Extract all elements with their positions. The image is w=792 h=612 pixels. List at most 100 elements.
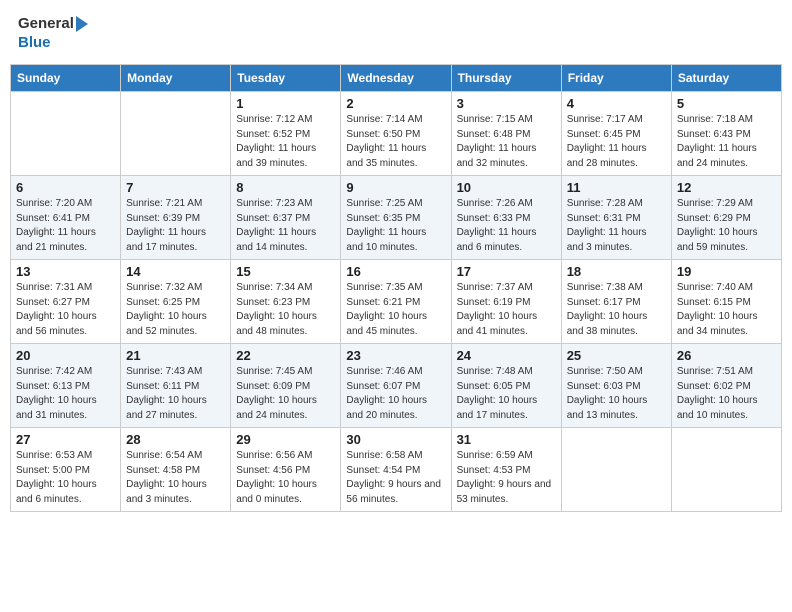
day-number: 12 (677, 180, 776, 195)
weekday-header-monday: Monday (121, 65, 231, 92)
day-number: 30 (346, 432, 445, 447)
calendar-cell: 6 Sunrise: 7:20 AM Sunset: 6:41 PM Daylig… (11, 176, 121, 260)
calendar-cell: 15 Sunrise: 7:34 AM Sunset: 6:23 PM Dayli… (231, 260, 341, 344)
day-info: Sunrise: 6:56 AM Sunset: 4:56 PM Dayligh… (236, 449, 335, 507)
logo-blue: Blue (18, 34, 88, 52)
day-info: Sunrise: 7:48 AM Sunset: 6:05 PM Dayligh… (457, 365, 556, 423)
day-info: Sunrise: 7:21 AM Sunset: 6:39 PM Dayligh… (126, 197, 225, 255)
day-info: Sunrise: 7:35 AM Sunset: 6:21 PM Dayligh… (346, 281, 445, 339)
page-header: General Blue (10, 10, 782, 56)
day-info: Sunrise: 7:25 AM Sunset: 6:35 PM Dayligh… (346, 197, 445, 255)
day-number: 18 (567, 264, 666, 279)
calendar-cell: 5 Sunrise: 7:18 AM Sunset: 6:43 PM Daylig… (671, 92, 781, 176)
weekday-header-wednesday: Wednesday (341, 65, 451, 92)
day-number: 9 (346, 180, 445, 195)
logo: General Blue (18, 14, 88, 52)
calendar-cell: 7 Sunrise: 7:21 AM Sunset: 6:39 PM Daylig… (121, 176, 231, 260)
week-row-3: 13 Sunrise: 7:31 AM Sunset: 6:27 PM Dayli… (11, 260, 782, 344)
day-info: Sunrise: 7:32 AM Sunset: 6:25 PM Dayligh… (126, 281, 225, 339)
day-info: Sunrise: 7:18 AM Sunset: 6:43 PM Dayligh… (677, 113, 776, 171)
day-info: Sunrise: 7:17 AM Sunset: 6:45 PM Dayligh… (567, 113, 666, 171)
calendar-cell: 9 Sunrise: 7:25 AM Sunset: 6:35 PM Daylig… (341, 176, 451, 260)
weekday-header-tuesday: Tuesday (231, 65, 341, 92)
day-number: 17 (457, 264, 556, 279)
day-number: 16 (346, 264, 445, 279)
day-number: 24 (457, 348, 556, 363)
week-row-2: 6 Sunrise: 7:20 AM Sunset: 6:41 PM Daylig… (11, 176, 782, 260)
calendar-cell: 30 Sunrise: 6:58 AM Sunset: 4:54 PM Dayli… (341, 428, 451, 512)
calendar-cell: 18 Sunrise: 7:38 AM Sunset: 6:17 PM Dayli… (561, 260, 671, 344)
calendar-cell: 25Sunrise: 7:50 AM Sunset: 6:03 PM Dayli… (561, 344, 671, 428)
day-info: Sunrise: 7:50 AM Sunset: 6:03 PM Dayligh… (567, 365, 666, 423)
calendar-cell: 4 Sunrise: 7:17 AM Sunset: 6:45 PM Daylig… (561, 92, 671, 176)
day-number: 1 (236, 96, 335, 111)
calendar-cell (561, 428, 671, 512)
weekday-header-thursday: Thursday (451, 65, 561, 92)
calendar-cell: 23 Sunrise: 7:46 AM Sunset: 6:07 PM Dayli… (341, 344, 451, 428)
day-number: 6 (16, 180, 115, 195)
week-row-4: 20Sunrise: 7:42 AM Sunset: 6:13 PM Dayli… (11, 344, 782, 428)
day-number: 7 (126, 180, 225, 195)
day-info: Sunrise: 6:58 AM Sunset: 4:54 PM Dayligh… (346, 449, 445, 507)
day-info: Sunrise: 7:46 AM Sunset: 6:07 PM Dayligh… (346, 365, 445, 423)
calendar-cell: 29 Sunrise: 6:56 AM Sunset: 4:56 PM Dayli… (231, 428, 341, 512)
day-number: 8 (236, 180, 335, 195)
day-info: Sunrise: 7:12 AM Sunset: 6:52 PM Dayligh… (236, 113, 335, 171)
day-number: 15 (236, 264, 335, 279)
day-number: 10 (457, 180, 556, 195)
calendar-cell: 8Sunrise: 7:23 AM Sunset: 6:37 PM Daylig… (231, 176, 341, 260)
weekday-header-row: SundayMondayTuesdayWednesdayThursdayFrid… (11, 65, 782, 92)
day-info: Sunrise: 7:38 AM Sunset: 6:17 PM Dayligh… (567, 281, 666, 339)
day-number: 27 (16, 432, 115, 447)
calendar-cell: 12 Sunrise: 7:29 AM Sunset: 6:29 PM Dayli… (671, 176, 781, 260)
day-info: Sunrise: 7:15 AM Sunset: 6:48 PM Dayligh… (457, 113, 556, 171)
calendar-cell: 13 Sunrise: 7:31 AM Sunset: 6:27 PM Dayli… (11, 260, 121, 344)
calendar-cell: 20Sunrise: 7:42 AM Sunset: 6:13 PM Dayli… (11, 344, 121, 428)
day-number: 5 (677, 96, 776, 111)
day-number: 13 (16, 264, 115, 279)
calendar-cell (121, 92, 231, 176)
day-info: Sunrise: 7:34 AM Sunset: 6:23 PM Dayligh… (236, 281, 335, 339)
day-number: 29 (236, 432, 335, 447)
day-number: 20 (16, 348, 115, 363)
calendar-cell: 19 Sunrise: 7:40 AM Sunset: 6:15 PM Dayli… (671, 260, 781, 344)
calendar-cell: 2Sunrise: 7:14 AM Sunset: 6:50 PM Daylig… (341, 92, 451, 176)
day-number: 4 (567, 96, 666, 111)
day-info: Sunrise: 7:28 AM Sunset: 6:31 PM Dayligh… (567, 197, 666, 255)
day-info: Sunrise: 7:40 AM Sunset: 6:15 PM Dayligh… (677, 281, 776, 339)
calendar-cell: 1 Sunrise: 7:12 AM Sunset: 6:52 PM Daylig… (231, 92, 341, 176)
day-number: 11 (567, 180, 666, 195)
calendar-cell: 28Sunrise: 6:54 AM Sunset: 4:58 PM Dayli… (121, 428, 231, 512)
week-row-5: 27 Sunrise: 6:53 AM Sunset: 5:00 PM Dayli… (11, 428, 782, 512)
calendar-cell: 24 Sunrise: 7:48 AM Sunset: 6:05 PM Dayli… (451, 344, 561, 428)
week-row-1: 1 Sunrise: 7:12 AM Sunset: 6:52 PM Daylig… (11, 92, 782, 176)
day-info: Sunrise: 7:45 AM Sunset: 6:09 PM Dayligh… (236, 365, 335, 423)
calendar-cell: 21 Sunrise: 7:43 AM Sunset: 6:11 PM Dayli… (121, 344, 231, 428)
day-info: Sunrise: 6:53 AM Sunset: 5:00 PM Dayligh… (16, 449, 115, 507)
day-number: 21 (126, 348, 225, 363)
day-number: 26 (677, 348, 776, 363)
day-number: 19 (677, 264, 776, 279)
weekday-header-friday: Friday (561, 65, 671, 92)
day-info: Sunrise: 7:29 AM Sunset: 6:29 PM Dayligh… (677, 197, 776, 255)
calendar-cell: 14Sunrise: 7:32 AM Sunset: 6:25 PM Dayli… (121, 260, 231, 344)
calendar-cell (671, 428, 781, 512)
calendar-cell: 31Sunrise: 6:59 AM Sunset: 4:53 PM Dayli… (451, 428, 561, 512)
calendar-table: SundayMondayTuesdayWednesdayThursdayFrid… (10, 64, 782, 512)
day-number: 3 (457, 96, 556, 111)
calendar-cell: 22 Sunrise: 7:45 AM Sunset: 6:09 PM Dayli… (231, 344, 341, 428)
calendar-cell: 26Sunrise: 7:51 AM Sunset: 6:02 PM Dayli… (671, 344, 781, 428)
day-info: Sunrise: 6:54 AM Sunset: 4:58 PM Dayligh… (126, 449, 225, 507)
calendar-cell: 11 Sunrise: 7:28 AM Sunset: 6:31 PM Dayli… (561, 176, 671, 260)
weekday-header-saturday: Saturday (671, 65, 781, 92)
day-info: Sunrise: 7:20 AM Sunset: 6:41 PM Dayligh… (16, 197, 115, 255)
day-info: Sunrise: 7:31 AM Sunset: 6:27 PM Dayligh… (16, 281, 115, 339)
calendar-cell: 17Sunrise: 7:37 AM Sunset: 6:19 PM Dayli… (451, 260, 561, 344)
day-info: Sunrise: 7:43 AM Sunset: 6:11 PM Dayligh… (126, 365, 225, 423)
logo-general: General (18, 14, 88, 34)
calendar-cell: 3 Sunrise: 7:15 AM Sunset: 6:48 PM Daylig… (451, 92, 561, 176)
calendar-cell: 27 Sunrise: 6:53 AM Sunset: 5:00 PM Dayli… (11, 428, 121, 512)
day-number: 23 (346, 348, 445, 363)
day-number: 22 (236, 348, 335, 363)
day-info: Sunrise: 6:59 AM Sunset: 4:53 PM Dayligh… (457, 449, 556, 507)
